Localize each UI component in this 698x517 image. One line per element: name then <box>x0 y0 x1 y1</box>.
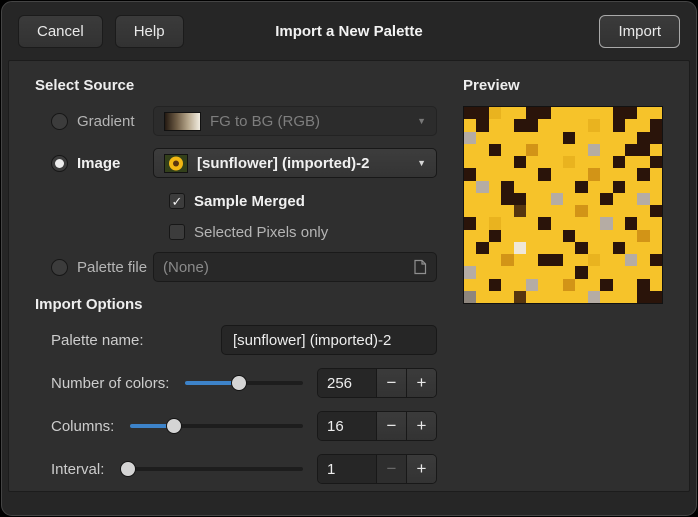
sample-merged-checkbox[interactable]: ✓ <box>169 193 185 209</box>
palette-file-radio-label[interactable]: Palette file <box>77 259 147 276</box>
palette-file-value: (None) <box>163 259 209 276</box>
dialog-content: Select Source Gradient FG to BG (RGB) ▼ <box>8 60 690 492</box>
import-button[interactable]: Import <box>599 15 680 48</box>
slider-track <box>120 467 303 471</box>
columns-value[interactable]: 16 <box>318 412 376 440</box>
select-source-heading: Select Source <box>35 77 437 94</box>
interval-row: Interval: 1 − + <box>51 454 437 484</box>
image-radio-label[interactable]: Image <box>77 155 120 172</box>
palette-name-row: Palette name: [sunflower] (imported)-2 <box>51 325 437 355</box>
number-of-colors-spinbox: 256 − + <box>317 368 437 398</box>
slider-thumb[interactable] <box>166 418 182 434</box>
gradient-row: Gradient FG to BG (RGB) ▼ <box>51 106 437 136</box>
palette-name-label: Palette name: <box>51 332 144 349</box>
gradient-radio-label[interactable]: Gradient <box>77 113 135 130</box>
number-of-colors-row: Number of colors: 256 − + <box>51 368 437 398</box>
number-of-colors-value[interactable]: 256 <box>318 369 376 397</box>
gradient-dropdown: FG to BG (RGB) ▼ <box>153 106 437 136</box>
slider-thumb[interactable] <box>231 375 247 391</box>
dialog-title: Import a New Palette <box>2 23 696 40</box>
help-button[interactable]: Help <box>115 15 184 48</box>
gradient-radio[interactable] <box>51 113 68 130</box>
chevron-down-icon: ▼ <box>417 158 426 168</box>
image-dropdown[interactable]: [sunflower] (imported)-2 ▼ <box>153 148 437 178</box>
preview-image <box>463 106 663 304</box>
columns-row: Columns: 16 − + <box>51 411 437 441</box>
interval-slider[interactable] <box>120 454 303 484</box>
decrement-button[interactable]: − <box>376 412 406 440</box>
selected-pixels-row: ✓ Selected Pixels only <box>169 221 437 243</box>
check-icon: ✓ <box>172 195 183 208</box>
decrement-button[interactable]: − <box>376 369 406 397</box>
increment-button[interactable]: + <box>406 455 436 483</box>
palette-file-radio[interactable] <box>51 259 68 276</box>
decrement-button: − <box>376 455 406 483</box>
import-options-heading: Import Options <box>35 296 437 313</box>
palette-file-entry: (None) <box>153 252 437 282</box>
interval-value[interactable]: 1 <box>318 455 376 483</box>
cancel-button[interactable]: Cancel <box>18 15 103 48</box>
palette-name-input[interactable]: [sunflower] (imported)-2 <box>221 325 437 355</box>
image-radio[interactable] <box>51 155 68 172</box>
file-icon <box>413 259 427 275</box>
gradient-dropdown-value: FG to BG (RGB) <box>210 113 320 130</box>
interval-spinbox: 1 − + <box>317 454 437 484</box>
increment-button[interactable]: + <box>406 369 436 397</box>
slider-thumb[interactable] <box>120 461 136 477</box>
import-palette-dialog: Import a New Palette Cancel Help Import … <box>1 1 697 516</box>
select-source-panel: Select Source Gradient FG to BG (RGB) ▼ <box>35 75 437 477</box>
increment-button[interactable]: + <box>406 412 436 440</box>
chevron-down-icon: ▼ <box>417 116 426 126</box>
palette-file-row: Palette file (None) <box>51 252 437 282</box>
columns-label: Columns: <box>51 418 114 435</box>
number-of-colors-slider[interactable] <box>185 368 303 398</box>
sample-merged-row: ✓ Sample Merged <box>169 190 437 212</box>
preview-panel: Preview <box>463 75 663 477</box>
image-row: Image [sunflower] (imported)-2 ▼ <box>51 148 437 178</box>
sample-merged-label[interactable]: Sample Merged <box>194 193 305 210</box>
image-dropdown-value: [sunflower] (imported)-2 <box>197 155 370 172</box>
selected-pixels-label[interactable]: Selected Pixels only <box>194 224 328 241</box>
columns-spinbox: 16 − + <box>317 411 437 441</box>
columns-slider[interactable] <box>130 411 303 441</box>
titlebar: Import a New Palette Cancel Help Import <box>2 2 696 60</box>
preview-heading: Preview <box>463 77 663 94</box>
interval-label: Interval: <box>51 461 104 478</box>
number-of-colors-label: Number of colors: <box>51 375 169 392</box>
gradient-swatch <box>164 112 201 131</box>
selected-pixels-checkbox[interactable]: ✓ <box>169 224 185 240</box>
sunflower-icon <box>164 154 188 173</box>
